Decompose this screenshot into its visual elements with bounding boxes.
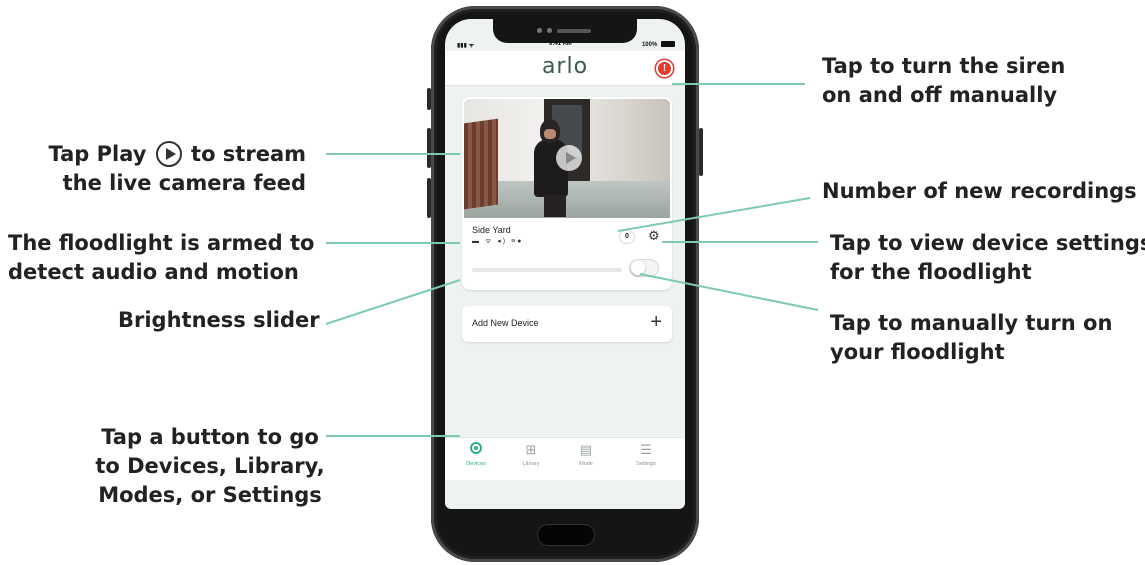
- settings-icon: ☰: [640, 442, 652, 457]
- battery-icon: [661, 41, 675, 47]
- library-icon: ⊞: [525, 442, 537, 457]
- callout-tabs: Tap a button to go to Devices, Library, …: [95, 425, 325, 507]
- tab-bar: Devices ⊞ Library ▤ Mode ☰ Settings: [445, 437, 685, 480]
- home-button[interactable]: [537, 524, 595, 546]
- phone-frame: ▮▮▮ ᯤ 9:41 AM 100% arlo ! Side Yard ▬ ᯤ …: [427, 6, 703, 562]
- callout-settings: Tap to view device settings for the floo…: [830, 231, 1145, 284]
- signal-icon: ▮▮▮ ᯤ: [457, 43, 475, 49]
- floodlight-toggle-knob: [631, 261, 645, 275]
- arlo-logo: arlo: [541, 54, 589, 79]
- siren-button[interactable]: !: [656, 60, 673, 77]
- callout-siren: Tap to turn the siren on and off manuall…: [822, 54, 1066, 107]
- phone-screen: ▮▮▮ ᯤ 9:41 AM 100% arlo ! Side Yard ▬ ᯤ …: [445, 19, 685, 509]
- tab-library[interactable]: ⊞ Library: [506, 442, 556, 467]
- status-time: 9:41 AM: [549, 41, 572, 47]
- tab-mode[interactable]: ▤ Mode: [561, 442, 611, 467]
- status-bar: ▮▮▮ ᯤ 9:41 AM 100%: [445, 39, 685, 51]
- plus-icon: +: [650, 311, 662, 333]
- add-new-device-label: Add New Device: [472, 318, 539, 328]
- device-status-icons: ▬ ᯤ ◂) ≡●: [472, 238, 524, 245]
- add-new-device-button[interactable]: Add New Device +: [462, 306, 672, 342]
- floodlight-toggle[interactable]: [630, 260, 658, 276]
- tab-devices[interactable]: Devices: [451, 442, 501, 467]
- battery-percent: 100%: [641, 42, 658, 48]
- callout-armed: The floodlight is armed to detect audio …: [8, 231, 315, 284]
- devices-icon: [470, 442, 482, 454]
- brightness-slider[interactable]: [472, 268, 622, 272]
- phone-power-button: [699, 128, 703, 176]
- device-card: Side Yard ▬ ᯤ ◂) ≡● 0 ⚙: [462, 97, 672, 290]
- tab-settings[interactable]: ☰ Settings: [621, 442, 671, 467]
- play-icon: [155, 141, 182, 167]
- callout-brightness: Brightness slider: [118, 308, 320, 332]
- mode-icon: ▤: [579, 442, 593, 457]
- phone-volume-down-button: [427, 178, 431, 218]
- callout-play: Tap Play to stream the live camera feed: [48, 141, 306, 195]
- phone-volume-up-button: [427, 128, 431, 168]
- play-button[interactable]: [556, 145, 582, 171]
- siren-icon: !: [662, 63, 667, 74]
- camera-feed[interactable]: [464, 99, 670, 218]
- device-settings-gear-icon[interactable]: ⚙: [648, 229, 660, 243]
- callout-recordings: Number of new recordings: [822, 179, 1137, 203]
- phone-side-button: [427, 88, 431, 110]
- callout-toggle: Tap to manually turn on your floodlight: [830, 311, 1113, 364]
- new-recordings-badge[interactable]: 0: [620, 231, 634, 243]
- app-header: arlo !: [445, 51, 685, 86]
- device-name: Side Yard: [472, 225, 511, 235]
- battery-indicator: 100%: [642, 41, 675, 48]
